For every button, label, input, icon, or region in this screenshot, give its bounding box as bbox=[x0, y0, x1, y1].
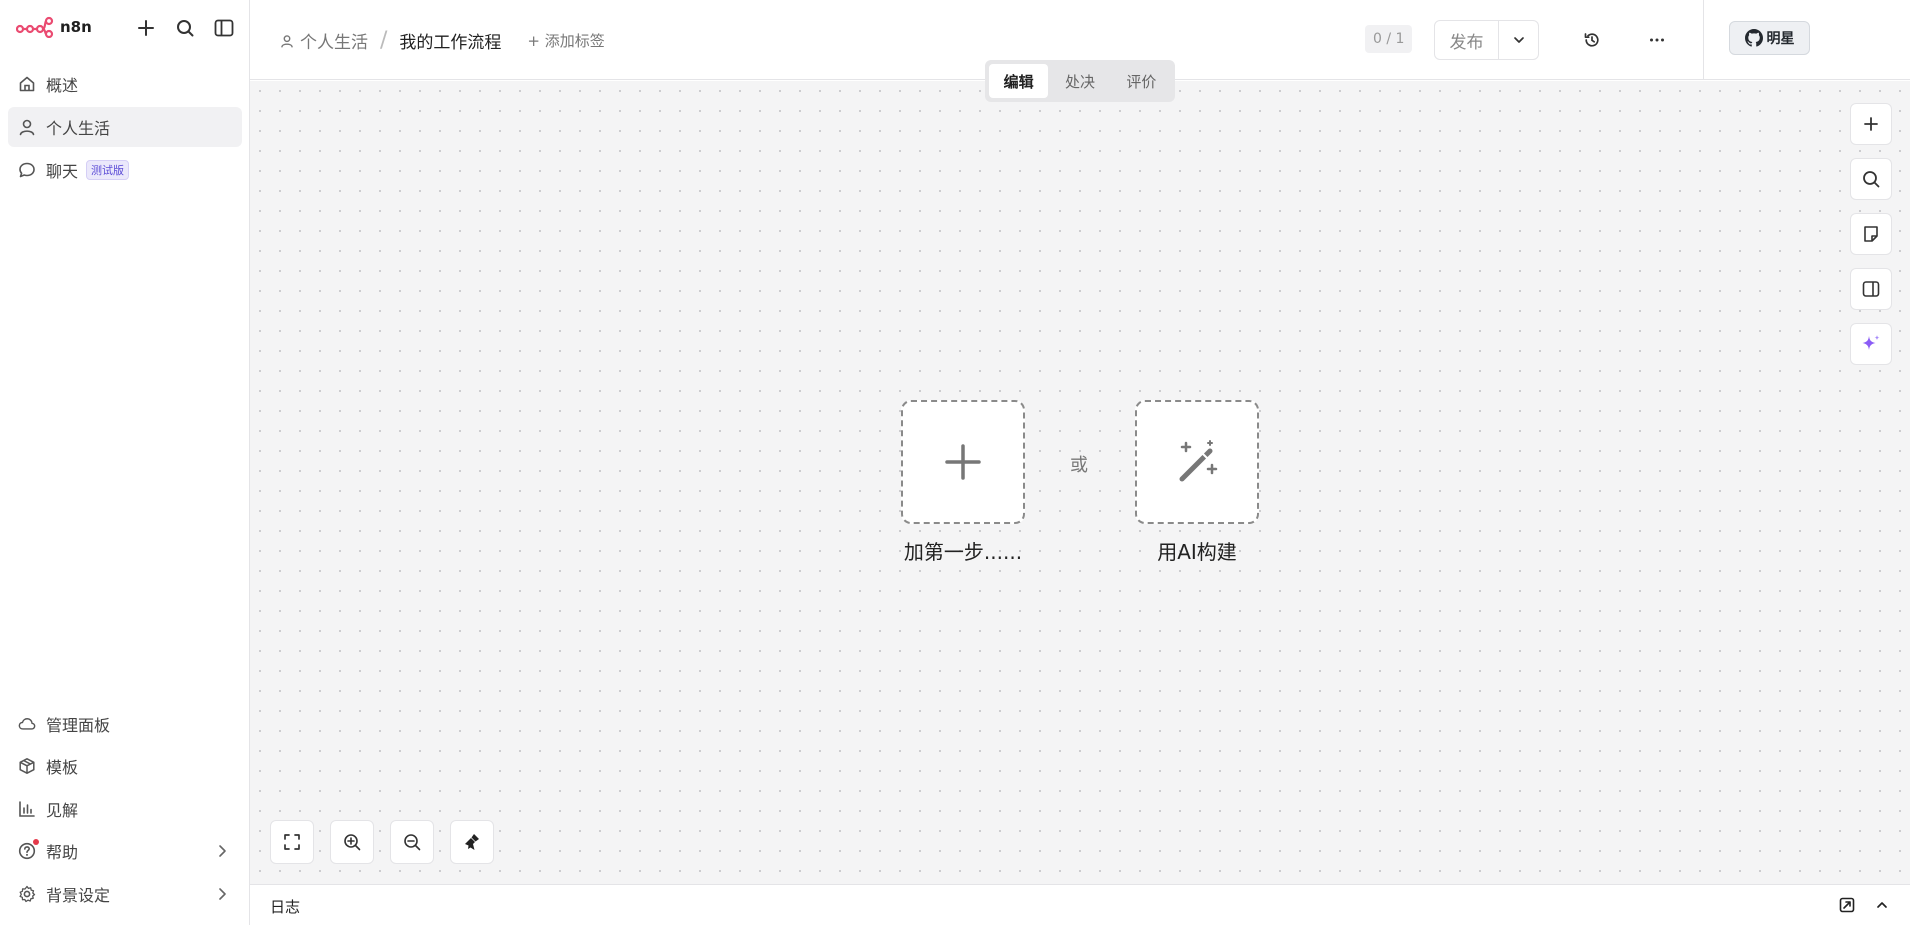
zoom-in-icon bbox=[344, 834, 361, 851]
user-icon bbox=[281, 34, 293, 48]
n8n-logo-icon bbox=[16, 16, 54, 38]
workflow-canvas[interactable]: 加第一步...... 或 用AI构建 bbox=[250, 81, 1910, 884]
sticky-note-icon bbox=[1864, 226, 1878, 242]
plus-icon bbox=[1864, 117, 1878, 131]
tab-executions[interactable]: 处决 bbox=[1050, 64, 1109, 98]
magic-wand-icon bbox=[1179, 440, 1218, 482]
build-with-ai-button[interactable] bbox=[1135, 400, 1259, 524]
sidebar-item-help[interactable]: 帮助 bbox=[8, 831, 242, 871]
workflow-name[interactable]: 我的工作流程 bbox=[399, 28, 501, 53]
sidebar-item-label: 个人生活 bbox=[46, 119, 111, 138]
home-icon bbox=[18, 75, 36, 93]
broom-icon bbox=[465, 834, 479, 850]
logs-label: 日志 bbox=[270, 898, 301, 916]
toggle-panel-button[interactable] bbox=[1850, 268, 1892, 310]
open-nodes-button[interactable] bbox=[1850, 103, 1892, 145]
add-first-step-button[interactable] bbox=[901, 400, 1025, 524]
sidebar-item-label: 概述 bbox=[46, 76, 79, 95]
publish-group: 发布 bbox=[1434, 20, 1539, 60]
header-divider bbox=[1703, 0, 1704, 80]
breadcrumb: 个人生活 / 我的工作流程 + 添加标签 bbox=[280, 28, 605, 53]
chat-icon bbox=[18, 161, 36, 179]
app-name: n8n bbox=[60, 18, 92, 36]
fit-view-button[interactable] bbox=[270, 820, 314, 864]
pop-out-icon[interactable] bbox=[1837, 895, 1857, 915]
beta-badge: 测试版 bbox=[86, 160, 130, 180]
panel-right-icon bbox=[1862, 281, 1880, 297]
history-icon[interactable] bbox=[1578, 26, 1606, 54]
trigger-counter: 0 / 1 bbox=[1365, 25, 1413, 53]
box-icon bbox=[18, 757, 36, 775]
sidebar-item-label: 见解 bbox=[46, 801, 79, 820]
sidebar-item-admin-panel[interactable]: 管理面板 bbox=[8, 704, 242, 744]
cloud-icon bbox=[18, 715, 36, 733]
sidebar-item-chat[interactable]: 聊天 测试版 bbox=[8, 150, 242, 190]
sidebar: n8n 概述 个人生活 聊天 测试版 管理面板 模板 见解 帮助 背景设定 bbox=[0, 0, 250, 925]
chevron-down-icon bbox=[1513, 37, 1524, 43]
sidebar-item-templates[interactable]: 模板 bbox=[8, 746, 242, 786]
breadcrumb-project-label: 个人生活 bbox=[300, 33, 368, 53]
sidebar-item-label: 模板 bbox=[46, 758, 79, 777]
zoom-out-button[interactable] bbox=[390, 820, 434, 864]
or-text: 或 bbox=[1070, 455, 1088, 476]
notification-dot bbox=[33, 839, 39, 845]
ai-assistant-button[interactable] bbox=[1850, 323, 1892, 365]
sticky-note-button[interactable] bbox=[1850, 213, 1892, 255]
publish-dropdown-button[interactable] bbox=[1499, 20, 1539, 60]
sidebar-item-label: 背景设定 bbox=[46, 886, 111, 905]
breadcrumb-separator: / bbox=[380, 28, 388, 53]
build-with-ai-label: 用AI构建 bbox=[1157, 540, 1237, 564]
sidebar-top: n8n bbox=[16, 14, 238, 42]
zoom-out-icon bbox=[404, 834, 421, 851]
sidebar-item-label: 聊天 bbox=[46, 162, 79, 181]
sidebar-item-settings[interactable]: 背景设定 bbox=[8, 874, 242, 914]
star-label: 明星 bbox=[1766, 31, 1795, 47]
mode-tabs: 编辑 处决 评价 bbox=[985, 60, 1175, 102]
tab-evaluations[interactable]: 评价 bbox=[1112, 64, 1171, 98]
tab-edit[interactable]: 编辑 bbox=[989, 64, 1049, 98]
add-first-step-label: 加第一步...... bbox=[903, 540, 1023, 564]
github-icon bbox=[1744, 29, 1763, 47]
canvas-bottom-toolbar bbox=[270, 820, 510, 864]
canvas-search-button[interactable] bbox=[1850, 158, 1892, 200]
sidebar-toggle-icon[interactable] bbox=[210, 14, 238, 42]
sidebar-item-label: 管理面板 bbox=[46, 716, 111, 735]
publish-button[interactable]: 发布 bbox=[1434, 20, 1499, 60]
new-plus-icon[interactable] bbox=[132, 14, 160, 42]
chevron-right-icon bbox=[219, 888, 226, 900]
search-icon bbox=[1863, 171, 1880, 188]
chevron-right-icon bbox=[219, 845, 226, 857]
plus-icon bbox=[945, 444, 981, 480]
search-icon[interactable] bbox=[171, 14, 199, 42]
chevron-up-icon[interactable] bbox=[1872, 895, 1892, 915]
n8n-logo[interactable]: n8n bbox=[16, 16, 92, 38]
sparkles-icon bbox=[1862, 335, 1880, 350]
gear-icon bbox=[18, 885, 36, 903]
add-tag-button[interactable]: + 添加标签 bbox=[527, 30, 604, 51]
sidebar-item-label: 帮助 bbox=[46, 843, 79, 862]
fullscreen-icon bbox=[284, 834, 300, 850]
github-star-button[interactable]: 明星 bbox=[1729, 21, 1810, 55]
help-icon bbox=[18, 839, 39, 860]
zoom-in-button[interactable] bbox=[330, 820, 374, 864]
bar-chart-icon bbox=[18, 800, 36, 818]
sidebar-item-insights[interactable]: 见解 bbox=[8, 789, 242, 829]
tidy-up-button[interactable] bbox=[450, 820, 494, 864]
sidebar-item-overview[interactable]: 概述 bbox=[8, 64, 242, 104]
logs-panel[interactable]: 日志 bbox=[250, 884, 1910, 925]
more-options-icon[interactable] bbox=[1643, 26, 1671, 54]
user-icon bbox=[18, 118, 36, 136]
sidebar-item-personal[interactable]: 个人生活 bbox=[8, 107, 242, 147]
breadcrumb-project[interactable]: 个人生活 bbox=[280, 28, 368, 53]
